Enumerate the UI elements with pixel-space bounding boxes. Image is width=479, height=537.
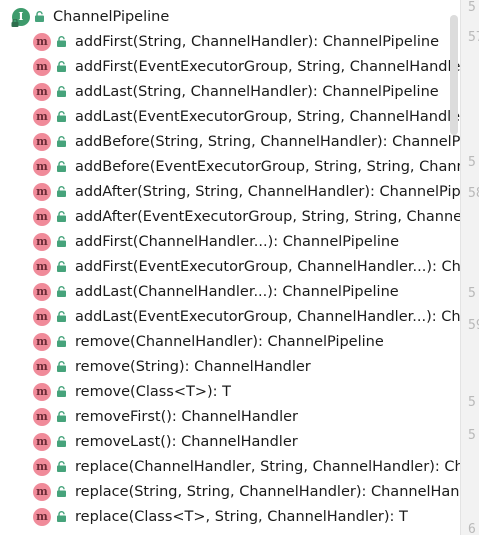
tree-node-method[interactable]: m addAfter(String, String, ChannelHandler… <box>33 179 460 204</box>
method-signature: addAfter(EventExecutorGroup, String, Str… <box>75 208 460 225</box>
public-lock-icon <box>57 261 66 272</box>
tree-node-method[interactable]: m addFirst(ChannelHandler...): ChannelPip… <box>33 229 399 254</box>
method-signature: addBefore(EventExecutorGroup, String, St… <box>75 158 460 175</box>
public-lock-icon <box>57 211 66 222</box>
tree-node-method[interactable]: m addLast(EventExecutorGroup, ChannelHand… <box>33 304 460 329</box>
method-signature: addFirst(ChannelHandler...): ChannelPipe… <box>75 233 400 250</box>
public-lock-icon <box>57 361 66 372</box>
public-lock-icon <box>57 86 66 97</box>
editor-gutter: 5 57 5 58 5 59 5 5 6 <box>460 0 479 537</box>
public-lock-icon <box>57 436 66 447</box>
method-signature: removeLast(): ChannelHandler <box>75 433 298 450</box>
public-lock-icon <box>57 461 66 472</box>
method-signature: addFirst(EventExecutorGroup, String, Cha… <box>75 58 460 75</box>
method-icon: m <box>33 82 51 101</box>
method-icon: m <box>33 207 51 226</box>
public-lock-icon <box>57 311 66 322</box>
tree-node-method[interactable]: m addAfter(EventExecutorGroup, String, St… <box>33 204 460 229</box>
method-signature: addLast(String, ChannelHandler): Channel… <box>75 83 439 100</box>
method-icon: m <box>33 482 51 501</box>
method-signature: addLast(EventExecutorGroup, String, Chan… <box>75 108 460 125</box>
method-signature: remove(Class<T>): T <box>75 383 232 400</box>
tree-node-method[interactable]: m removeFirst(): ChannelHandler <box>33 404 298 429</box>
tree-node-method[interactable]: m addFirst(EventExecutorGroup, String, Ch… <box>33 54 460 79</box>
line-number: 5 <box>468 0 476 15</box>
interface-lock-mini-icon <box>11 18 19 27</box>
public-lock-icon <box>57 286 66 297</box>
method-signature: removeFirst(): ChannelHandler <box>75 408 299 425</box>
method-signature: replace(ChannelHandler, String, ChannelH… <box>75 458 460 475</box>
method-signature: addFirst(String, ChannelHandler): Channe… <box>75 33 440 50</box>
method-icon: m <box>33 107 51 126</box>
line-number: 5 <box>468 286 476 301</box>
method-icon: m <box>33 432 51 451</box>
method-icon: m <box>33 282 51 301</box>
tree-node-method[interactable]: m replace(ChannelHandler, String, Channel… <box>33 454 460 479</box>
public-lock-icon <box>57 486 66 497</box>
method-signature: addLast(EventExecutorGroup, ChannelHandl… <box>75 308 460 325</box>
method-icon: m <box>33 232 51 251</box>
method-signature: remove(String): ChannelHandler <box>75 358 311 375</box>
method-icon: m <box>33 332 51 351</box>
method-icon: m <box>33 257 51 276</box>
method-icon: m <box>33 132 51 151</box>
method-icon: m <box>33 307 51 326</box>
method-icon: m <box>33 32 51 51</box>
tree-node-method[interactable]: m remove(String): ChannelHandler <box>33 354 311 379</box>
public-lock-icon <box>35 11 44 22</box>
vertical-scrollbar[interactable] <box>450 15 458 135</box>
method-signature: addBefore(String, String, ChannelHandler… <box>75 133 460 150</box>
tree-node-method[interactable]: m addLast(ChannelHandler...): ChannelPipe… <box>33 279 399 304</box>
structure-panel: I ChannelPipeline m addFirst(String, Chan… <box>0 0 460 535</box>
method-icon: m <box>33 382 51 401</box>
line-number: 57 <box>468 30 479 45</box>
line-number: 5 <box>468 155 476 170</box>
tree-node-channelpipeline[interactable]: I ChannelPipeline <box>11 4 170 29</box>
method-signature: addFirst(EventExecutorGroup, ChannelHand… <box>75 258 460 275</box>
public-lock-icon <box>57 511 66 522</box>
method-icon: m <box>33 457 51 476</box>
tree-node-method[interactable]: m addBefore(EventExecutorGroup, String, S… <box>33 154 460 179</box>
method-signature: replace(Class<T>, String, ChannelHandler… <box>75 508 408 525</box>
public-lock-icon <box>57 386 66 397</box>
tree-node-method[interactable]: m removeLast(): ChannelHandler <box>33 429 298 454</box>
method-icon: m <box>33 182 51 201</box>
tree-node-method[interactable]: m addLast(String, ChannelHandler): Channe… <box>33 79 439 104</box>
line-number: 5 <box>468 395 476 410</box>
tree-node-method[interactable]: m addLast(EventExecutorGroup, String, Cha… <box>33 104 460 129</box>
tree-node-method[interactable]: m addFirst(String, ChannelHandler): Chann… <box>33 29 439 54</box>
public-lock-icon <box>57 336 66 347</box>
public-lock-icon <box>57 161 66 172</box>
public-lock-icon <box>57 186 66 197</box>
public-lock-icon <box>57 136 66 147</box>
method-icon: m <box>33 157 51 176</box>
public-lock-icon <box>57 411 66 422</box>
interface-icon-letter: I <box>18 10 24 23</box>
tree-node-method[interactable]: m addFirst(EventExecutorGroup, ChannelHan… <box>33 254 460 279</box>
tree-node-method[interactable]: m remove(ChannelHandler): ChannelPipeline <box>33 329 384 354</box>
method-signature: replace(String, String, ChannelHandler):… <box>75 483 460 500</box>
method-icon: m <box>33 357 51 376</box>
line-number: 59 <box>468 318 479 333</box>
line-number: 58 <box>468 186 479 201</box>
public-lock-icon <box>57 111 66 122</box>
public-lock-icon <box>57 236 66 247</box>
method-icon: m <box>33 57 51 76</box>
method-signature: remove(ChannelHandler): ChannelPipeline <box>75 333 384 350</box>
method-signature: addLast(ChannelHandler...): ChannelPipel… <box>75 283 399 300</box>
line-number: 5 <box>468 428 476 443</box>
method-icon: m <box>33 507 51 526</box>
tree-root-label: ChannelPipeline <box>53 8 170 25</box>
tree-node-method[interactable]: m remove(Class<T>): T <box>33 379 231 404</box>
tree-node-method[interactable]: m replace(String, String, ChannelHandler)… <box>33 479 460 504</box>
public-lock-icon <box>57 61 66 72</box>
tree-node-method[interactable]: m replace(Class<T>, String, ChannelHandle… <box>33 504 408 529</box>
method-icon: m <box>33 407 51 426</box>
method-signature: addAfter(String, String, ChannelHandler)… <box>75 183 460 200</box>
interface-icon: I <box>11 7 30 27</box>
tree-node-method[interactable]: m addBefore(String, String, ChannelHandle… <box>33 129 460 154</box>
public-lock-icon <box>57 36 66 47</box>
